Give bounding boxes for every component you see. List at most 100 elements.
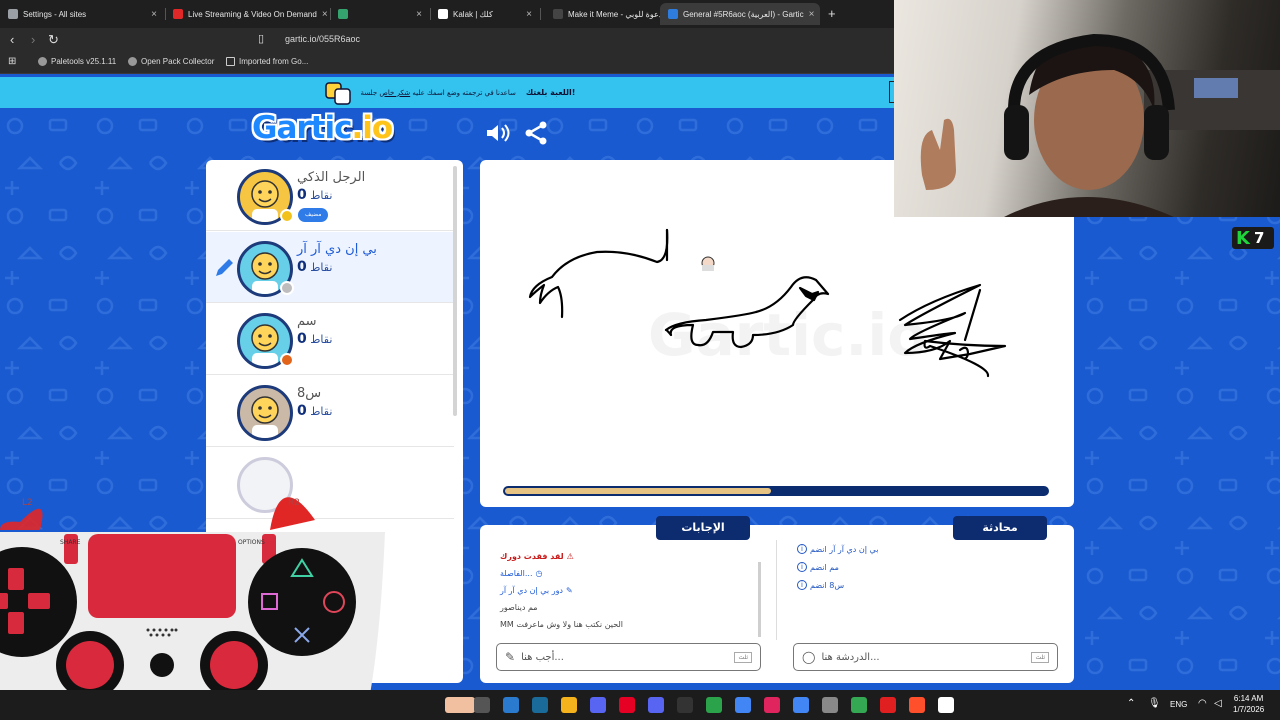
points-label: نقاط (310, 189, 333, 202)
translate-icon (324, 81, 351, 105)
left-stick (66, 641, 114, 689)
tab-favicon-icon (8, 9, 18, 19)
kick-viewer-counter: K 7 (1232, 227, 1274, 249)
points-value: 0 (297, 259, 307, 275)
new-tab-button[interactable]: + (828, 6, 836, 21)
clock-icon: ◷ (535, 569, 543, 578)
tab-close-icon[interactable]: × (322, 9, 328, 20)
taskbar-app-icon[interactable] (706, 697, 722, 713)
bookmark-label: Imported from Go... (239, 57, 309, 66)
browser-tab[interactable]: General #5R6aoc (العربية) - Gartic × (660, 3, 820, 25)
bookmark-item[interactable]: Imported from Go... (226, 57, 308, 66)
player-row[interactable]: بي إن دي آر آر 0 نقاط (206, 232, 454, 303)
webcam-figure (920, 33, 1280, 217)
taskbar: ⌃ 🎙 ENG ◠ ◁ 6:14 AM 1/7/2026 (0, 690, 1280, 720)
gartic-logo[interactable]: Gartic.io (252, 110, 393, 146)
taskbar-app-icon[interactable] (648, 697, 664, 713)
answers-scrollbar[interactable] (758, 562, 761, 637)
answer-input-placeholder: أجب هنا... (521, 651, 564, 663)
tab-favicon-icon (338, 9, 348, 19)
touchpad (88, 534, 236, 618)
taskbar-app-icon[interactable] (503, 697, 519, 713)
chat-text: مم انضم (810, 562, 839, 572)
globe-icon (128, 57, 137, 66)
chat-line: i بي إن دي آر آر انضم (797, 544, 878, 554)
taskbar-app-icon[interactable] (532, 697, 548, 713)
taskbar-app-icon[interactable] (445, 697, 475, 713)
players-scrollbar[interactable] (453, 166, 457, 416)
keyboard-icon[interactable]: ثلث (734, 651, 752, 663)
l2-trigger (0, 508, 43, 530)
taskbar-app-icon[interactable] (677, 697, 693, 713)
player-row[interactable]: سم 0 نقاط (206, 304, 454, 375)
bookmark-star-icon[interactable]: ▯ (258, 32, 264, 45)
taskbar-app-icon[interactable] (822, 697, 838, 713)
player-name: بي إن دي آر آر (297, 242, 377, 257)
browser-tab[interactable]: × (330, 3, 430, 25)
tab-close-icon[interactable]: × (526, 9, 532, 20)
player-status-dot (280, 281, 294, 295)
forward-icon[interactable]: › (31, 32, 35, 47)
taskbar-app-icon[interactable] (561, 697, 577, 713)
viewer-count: 7 (1253, 229, 1265, 247)
bookmark-item[interactable]: Paletools v25.1.11 (38, 57, 116, 66)
banner-link[interactable]: شكر خاص (379, 89, 410, 97)
network-icon[interactable]: ◠ (1198, 698, 1207, 709)
taskbar-app-icon[interactable] (619, 697, 635, 713)
url-field[interactable]: gartic.io/055R6aoc (285, 34, 360, 44)
round-timer-fill (505, 488, 771, 494)
player-status-dot (280, 353, 294, 367)
taskbar-app-icon[interactable] (851, 697, 867, 713)
taskbar-app-icon[interactable] (764, 697, 780, 713)
answer-line: ◷ ...الفاصلة (500, 569, 543, 578)
ps-button (150, 653, 174, 677)
tab-favicon-icon (668, 9, 678, 19)
folder-icon (226, 57, 235, 66)
taskbar-app-icon[interactable] (880, 697, 896, 713)
player-row[interactable]: س8 0 نقاط (206, 376, 454, 447)
answer-input[interactable]: ✎ أجب هنا... ثلث (496, 643, 761, 671)
tab-separator (540, 8, 541, 20)
apps-grid-icon[interactable]: ⊞ (8, 56, 16, 67)
reload-icon[interactable]: ↻ (48, 32, 59, 48)
tab-close-icon[interactable]: × (416, 9, 422, 20)
bookmark-label: Open Pack Collector (141, 57, 215, 66)
tab-close-icon[interactable]: × (151, 9, 157, 20)
taskbar-app-icon[interactable] (735, 697, 751, 713)
taskbar-app-icon[interactable] (793, 697, 809, 713)
player-points: 0 نقاط (297, 187, 332, 203)
input-language[interactable]: ENG (1170, 700, 1187, 709)
warning-icon: ⚠ (566, 552, 574, 561)
player-points: 0 نقاط (297, 259, 332, 275)
browser-tab[interactable]: Kalak | كلك × (430, 3, 540, 25)
points-label: نقاط (310, 333, 333, 346)
tab-favicon-icon (173, 9, 183, 19)
browser-tab[interactable]: Make it Meme - دعوة للوبي× (545, 3, 660, 25)
r2-label: R2 (288, 498, 300, 508)
browser-tab[interactable]: Live Streaming & Video On Demand × (165, 3, 330, 25)
tray-chevron-icon[interactable]: ⌃ (1127, 698, 1135, 709)
back-icon[interactable]: ‹ (10, 32, 14, 47)
taskbar-app-icon[interactable] (938, 697, 954, 713)
gamepad-overlay: L2 R2 SHARE OPTIONS (0, 497, 385, 720)
answer-line: ✎ دور بي إن دي آر آر (500, 586, 573, 595)
volume-icon[interactable]: ◁ (1214, 698, 1222, 709)
share-icon[interactable] (524, 121, 548, 145)
tab-title: General #5R6aoc (العربية) - Gartic (683, 9, 804, 19)
tab-favicon-icon (553, 9, 563, 19)
keyboard-icon-chat[interactable]: ثلث (1031, 651, 1049, 663)
pencil-icon: ✎ (505, 650, 516, 664)
tab-close-icon[interactable]: × (809, 9, 815, 20)
taskbar-app-icon[interactable] (474, 697, 490, 713)
info-icon: i (797, 544, 807, 554)
bookmark-item[interactable]: Open Pack Collector (128, 57, 214, 66)
chat-input[interactable]: ◯ الدردشة هنا... ثلث (793, 643, 1058, 671)
taskbar-app-icon[interactable] (590, 697, 606, 713)
l2-label: L2 (22, 498, 33, 508)
clock[interactable]: 6:14 AM 1/7/2026 (1233, 693, 1264, 715)
taskbar-app-icon[interactable] (909, 697, 925, 713)
player-row[interactable]: الرجل الذكي 0 نقاط مضيف (206, 160, 454, 231)
mic-icon[interactable]: 🎙 (1148, 698, 1161, 709)
browser-tab[interactable]: Settings - All sites × (0, 3, 165, 25)
sound-icon[interactable] (484, 122, 510, 144)
